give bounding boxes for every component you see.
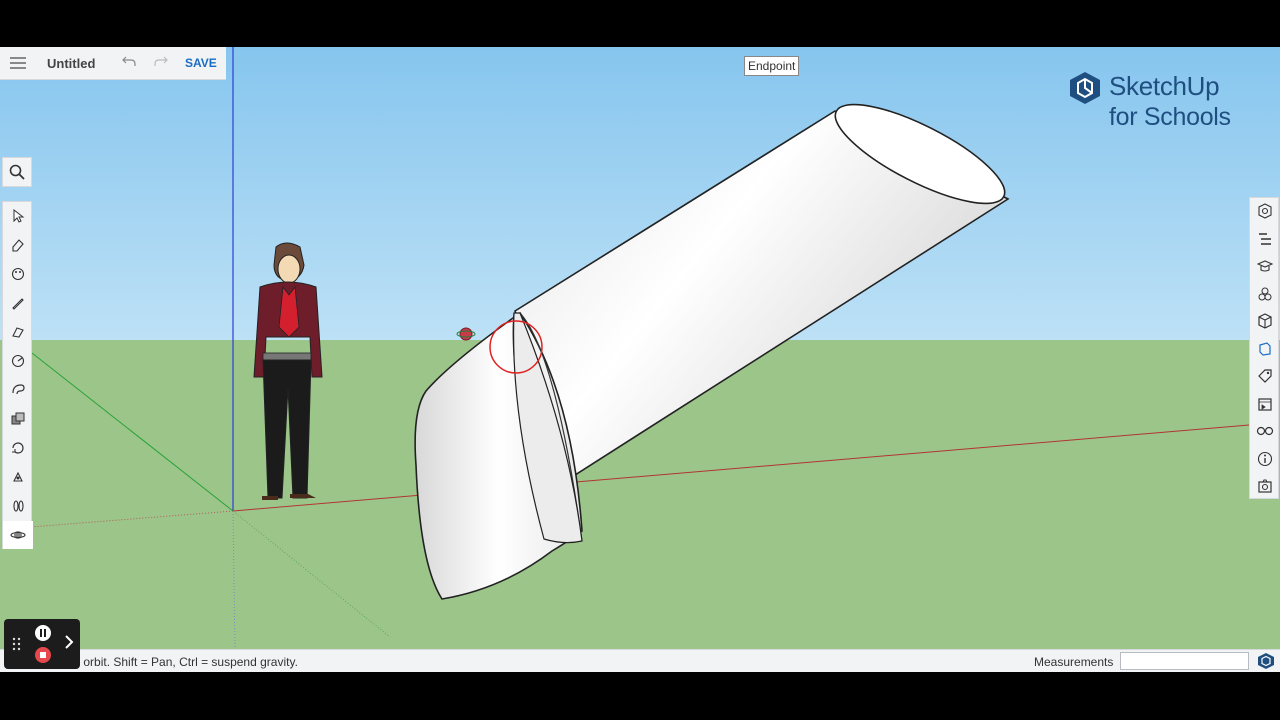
tags-button[interactable] xyxy=(1250,363,1280,389)
pause-icon xyxy=(40,629,46,637)
push-pull-tool[interactable] xyxy=(3,405,33,433)
save-button[interactable]: SAVE xyxy=(185,56,217,70)
stop-icon xyxy=(40,652,46,658)
scenes-icon xyxy=(1258,398,1272,411)
sketchup-logo: SketchUp for Schools xyxy=(1068,71,1258,133)
tape-measure-tool[interactable] xyxy=(3,318,33,346)
push-pull-icon xyxy=(11,412,25,425)
walk-tool[interactable] xyxy=(3,492,33,520)
red-axis xyxy=(232,424,1250,512)
pause-button[interactable] xyxy=(35,625,51,641)
export-icon xyxy=(1258,479,1272,493)
follow-me-icon xyxy=(12,384,25,395)
components-button[interactable] xyxy=(1250,281,1280,307)
orbit-icon xyxy=(10,531,26,539)
sketchup-logo-icon xyxy=(1070,72,1100,104)
green-axis xyxy=(31,352,234,512)
outliner-button[interactable] xyxy=(1250,226,1280,252)
stop-button[interactable] xyxy=(35,647,51,663)
entity-info-icon xyxy=(1258,203,1272,219)
info-icon xyxy=(1257,451,1273,467)
orbit-tool[interactable] xyxy=(3,521,33,549)
hamburger-menu-icon[interactable] xyxy=(0,47,36,80)
position-camera-icon xyxy=(13,471,23,482)
status-hint: g to orbit. Shift = Pan, Ctrl = suspend … xyxy=(60,655,298,669)
drag-handle-icon[interactable] xyxy=(12,637,22,651)
measurements-input[interactable] xyxy=(1120,652,1249,670)
walk-icon xyxy=(13,500,24,512)
paint-bucket-icon xyxy=(11,267,25,281)
undo-icon[interactable] xyxy=(113,55,145,71)
search-icon xyxy=(9,164,25,180)
materials-button[interactable] xyxy=(1250,308,1280,334)
search-button[interactable] xyxy=(2,157,32,187)
screen-recorder-widget xyxy=(4,619,80,669)
inference-tooltip: Endpoint xyxy=(744,56,800,76)
blue-axis-negative xyxy=(232,510,236,650)
outliner-icon xyxy=(1259,233,1271,245)
protractor-icon xyxy=(11,354,25,368)
display-button[interactable] xyxy=(1250,418,1280,444)
styles-icon xyxy=(1259,342,1271,356)
tags-icon xyxy=(1258,369,1272,383)
status-bar: g to orbit. Shift = Pan, Ctrl = suspend … xyxy=(0,649,1280,672)
top-toolbar: Untitled SAVE xyxy=(0,47,226,80)
rotate-tool[interactable] xyxy=(3,434,33,462)
redo-icon[interactable] xyxy=(145,55,177,71)
measurements-label: Measurements xyxy=(1034,655,1114,669)
instructor-icon xyxy=(1257,260,1273,272)
scenes-button[interactable] xyxy=(1250,391,1280,417)
entity-info-button[interactable] xyxy=(1250,198,1280,224)
chevron-right-icon[interactable] xyxy=(64,634,74,650)
styles-button[interactable] xyxy=(1250,336,1280,362)
sketchup-mini-logo-icon[interactable] xyxy=(1257,652,1275,670)
red-axis-negative xyxy=(29,510,234,528)
follow-me-tool[interactable] xyxy=(3,376,33,404)
scale-figure xyxy=(253,242,323,500)
paint-tool[interactable] xyxy=(3,260,33,288)
pencil-icon xyxy=(12,298,24,310)
protractor-tool[interactable] xyxy=(3,347,33,375)
orbit-cursor-icon xyxy=(456,327,476,341)
left-toolbar xyxy=(2,201,33,549)
tube-model xyxy=(414,103,1010,600)
model-info-button[interactable] xyxy=(1250,446,1280,472)
green-axis-negative xyxy=(232,510,391,638)
components-icon xyxy=(1258,287,1272,301)
pencil-tool[interactable] xyxy=(3,289,33,317)
tape-measure-icon xyxy=(12,327,24,338)
brand-name: SketchUp xyxy=(1109,71,1220,101)
viewport-3d[interactable] xyxy=(0,47,1280,650)
select-icon xyxy=(13,209,25,223)
materials-icon xyxy=(1258,313,1272,329)
instructor-button[interactable] xyxy=(1250,253,1280,279)
display-icon xyxy=(1256,426,1274,436)
eraser-icon xyxy=(12,239,24,252)
export-button[interactable] xyxy=(1250,473,1280,499)
right-panel-toolbar xyxy=(1249,197,1279,499)
select-tool[interactable] xyxy=(3,202,33,230)
brand-subtitle: for Schools xyxy=(1109,103,1231,131)
model-title[interactable]: Untitled xyxy=(47,56,113,71)
eraser-tool[interactable] xyxy=(3,231,33,259)
rotate-icon xyxy=(12,442,24,454)
sketchup-app: Untitled SAVE Endpoint SketchUp for Scho… xyxy=(0,47,1280,672)
position-camera-tool[interactable] xyxy=(3,463,33,491)
